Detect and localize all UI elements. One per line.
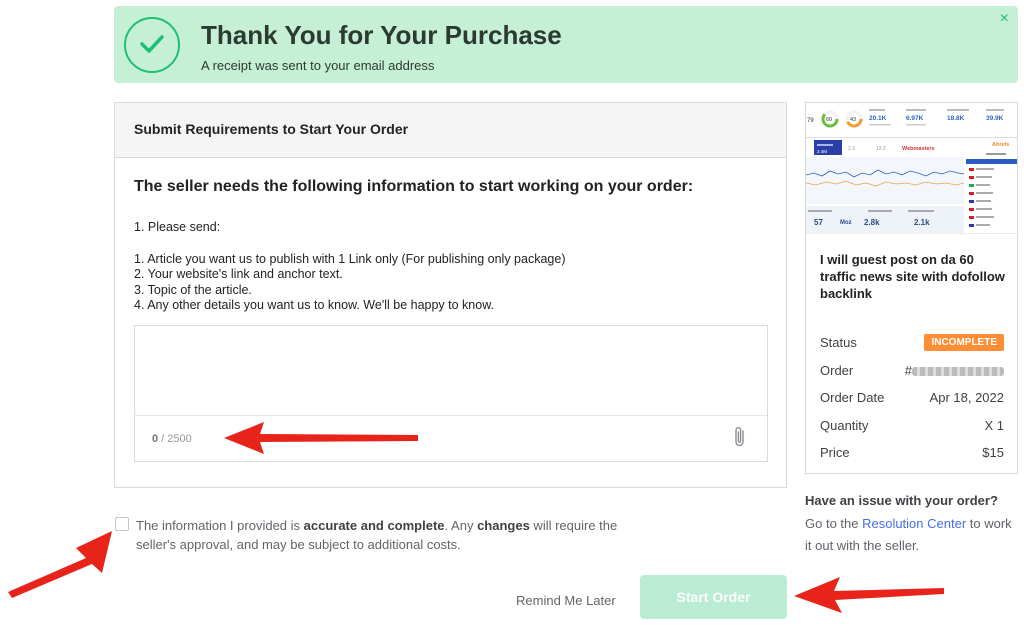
svg-text:2.1k: 2.1k — [914, 218, 930, 227]
svg-text:20.1K: 20.1K — [869, 115, 887, 122]
instruction-item: 3. Topic of the article. — [134, 282, 252, 297]
svg-text:2.4M: 2.4M — [817, 149, 827, 154]
check-circle-icon — [124, 17, 180, 73]
annotation-arrow-icon — [224, 422, 418, 454]
instruction-item: 4. Any other details you want us to know… — [134, 298, 495, 312]
price-row: Price $15 — [820, 445, 1004, 461]
agreement-checkbox[interactable] — [115, 517, 129, 531]
banner-title: Thank You for Your Purchase — [201, 20, 562, 50]
start-order-button[interactable]: Start Order — [640, 575, 787, 619]
svg-text:Moz: Moz — [840, 220, 852, 226]
status-badge: INCOMPLETE — [924, 334, 1004, 352]
status-row: Status INCOMPLETE — [820, 329, 1004, 357]
requirements-textarea[interactable] — [135, 326, 767, 415]
requirements-instructions: 1. Please send: 1. Article you want us t… — [134, 220, 565, 314]
success-banner: Thank You for Your Purchase A receipt wa… — [114, 6, 1018, 83]
svg-text:2.3: 2.3 — [848, 146, 855, 152]
quantity-row: Quantity X 1 — [820, 417, 1004, 433]
svg-text:Webmasters: Webmasters — [902, 146, 935, 152]
svg-text:43: 43 — [850, 117, 856, 123]
close-icon[interactable]: × — [1000, 10, 1009, 28]
svg-text:13.2: 13.2 — [876, 146, 886, 152]
order-summary-card: 79 60 43 20.1K 6.97K 18.8K 39.9K 2.4M 2.… — [805, 102, 1018, 474]
instruction-intro: 1. Please send: — [134, 220, 221, 234]
svg-text:Ahrefs: Ahrefs — [992, 142, 1009, 148]
issue-title: Have an issue with your order? — [805, 493, 998, 508]
char-counter: 0 / 2500 — [152, 433, 192, 445]
svg-text:18.8K: 18.8K — [947, 115, 965, 122]
svg-text:39.9K: 39.9K — [986, 115, 1004, 122]
gig-thumbnail[interactable]: 79 60 43 20.1K 6.97K 18.8K 39.9K 2.4M 2.… — [806, 103, 1017, 234]
svg-text:6.97K: 6.97K — [906, 115, 924, 122]
svg-text:57: 57 — [814, 218, 823, 227]
order-date-row: Order Date Apr 18, 2022 — [820, 390, 1004, 406]
requirements-heading: The seller needs the following informati… — [134, 178, 694, 195]
requirements-panel: Submit Requirements to Start Your Order … — [114, 102, 787, 488]
svg-text:60: 60 — [826, 117, 832, 123]
paperclip-icon[interactable] — [733, 426, 747, 453]
order-issue-help: Have an issue with your order? Go to the… — [805, 490, 1015, 558]
resolution-center-link[interactable]: Resolution Center — [862, 516, 966, 531]
instruction-item: 1. Article you want us to publish with 1… — [134, 251, 566, 266]
order-number-redacted: # — [905, 363, 1004, 378]
remind-me-later-link[interactable]: Remind Me Later — [516, 593, 616, 608]
annotation-arrow-icon — [794, 577, 944, 613]
panel-header: Submit Requirements to Start Your Order — [115, 103, 786, 158]
agreement-text: The information I provided is accurate a… — [136, 518, 618, 552]
annotation-arrow-icon — [8, 531, 112, 598]
order-number-row: Order # — [820, 357, 1004, 385]
ahrefs-stats-image: 79 60 43 20.1K 6.97K 18.8K 39.9K 2.4M 2.… — [806, 103, 1017, 233]
instruction-item: 2. Your website's link and anchor text. — [134, 267, 343, 281]
gig-title[interactable]: I will guest post on da 60 traffic news … — [820, 251, 1006, 302]
svg-text:2.8k: 2.8k — [864, 218, 880, 227]
banner-subtitle: A receipt was sent to your email address — [201, 58, 435, 73]
svg-text:79: 79 — [807, 118, 814, 124]
order-details: Status INCOMPLETE Order # Order Date Apr… — [820, 329, 1004, 467]
